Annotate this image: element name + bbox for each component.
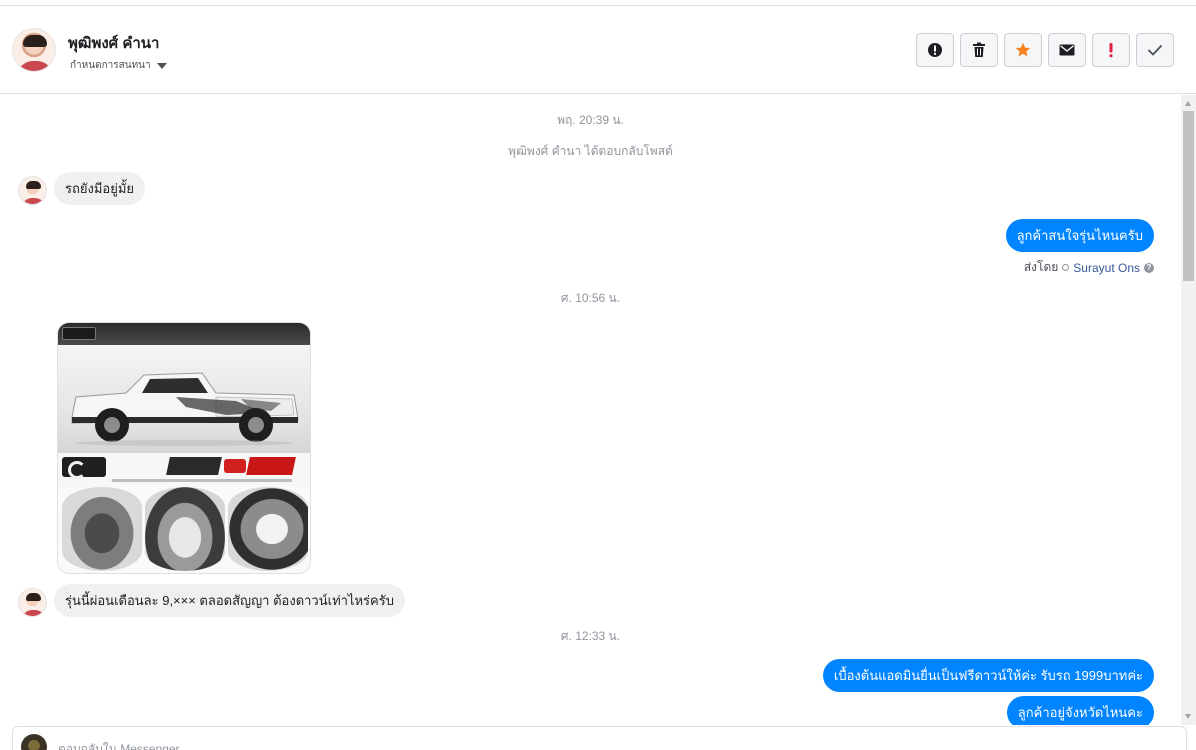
price-tag	[166, 457, 222, 475]
system-note: พุฒิพงศ์ คำนา ได้ตอบกลับโพสต์	[508, 144, 673, 158]
star-icon	[1015, 42, 1031, 57]
incoming-message[interactable]: รถยังมีอยู่มั้ย	[54, 172, 145, 205]
dealer-logo	[62, 327, 96, 340]
avatar-hair	[26, 181, 41, 189]
price-fine-print	[112, 479, 292, 482]
contact-avatar-small[interactable]	[18, 588, 47, 617]
star-button[interactable]	[1004, 33, 1042, 67]
agent-status-icon	[1062, 264, 1070, 271]
scroll-down-arrow-icon[interactable]	[1185, 714, 1191, 719]
conversation-toolbar	[916, 33, 1174, 67]
sent-by-agent[interactable]: Surayut Ons	[1073, 261, 1140, 275]
detail-thumbnail	[228, 487, 308, 571]
outgoing-message[interactable]: เบื้องต้นแอดมินยื่นเป็นฟรีดาวน์ให้ค่ะ รั…	[822, 659, 1154, 692]
avatar-shirt	[22, 198, 45, 204]
detail-thumbnail	[62, 487, 142, 571]
follow-up-button[interactable]	[1092, 33, 1130, 67]
outgoing-message[interactable]: ลูกค้าอยู่จังหวัดไหนคะ	[1006, 696, 1154, 725]
help-icon[interactable]: ?	[1144, 262, 1154, 273]
scroll-up-arrow-icon[interactable]	[1185, 101, 1191, 106]
dealer-badge	[62, 457, 106, 479]
car-photo-attachment[interactable]	[57, 322, 311, 574]
exclamation-icon	[1109, 43, 1113, 58]
discount-amount	[246, 457, 296, 475]
avatar-hair	[23, 35, 47, 47]
reply-input[interactable]: ตอบกลับใน Messenger...	[58, 740, 189, 750]
page-avatar	[21, 734, 47, 750]
incoming-message[interactable]: รุ่นนี้ผ่อนเดือนละ 9,××× ตลอดสัญญา ต้องด…	[54, 584, 405, 617]
envelope-icon	[1059, 44, 1075, 56]
timestamp: ศ. 12:33 น.	[560, 629, 621, 643]
check-icon	[1147, 44, 1163, 56]
discount-badge	[224, 459, 246, 473]
timestamp: ศ. 10:56 น.	[560, 291, 621, 305]
avatar-shirt	[22, 610, 45, 616]
reply-composer[interactable]: ตอบกลับใน Messenger...	[12, 726, 1187, 750]
message-thread[interactable]: พฤ. 20:39 น. พุฒิพงศ์ คำนา ได้ตอบกลับโพส…	[0, 95, 1181, 725]
conversation-header: พุฒิพงศ์ คำนา กำหนดการสนทนา	[0, 6, 1196, 94]
done-button[interactable]	[1136, 33, 1174, 67]
contact-name[interactable]: พุฒิพงศ์ คำนา	[68, 31, 159, 55]
trash-icon	[973, 42, 985, 57]
sent-by-label: ส่งโดย	[1023, 260, 1059, 274]
outgoing-message[interactable]: ลูกค้าสนใจรุ่นไหนครับ	[1005, 219, 1154, 252]
sent-by-info: ส่งโดย Surayut Ons ?	[1024, 258, 1154, 277]
scrollbar-thumb[interactable]	[1183, 111, 1194, 281]
contact-avatar[interactable]	[12, 28, 56, 72]
assign-label: กำหนดการสนทนา	[70, 60, 151, 71]
mark-unread-button[interactable]	[1048, 33, 1086, 67]
assign-conversation-dropdown[interactable]: กำหนดการสนทนา	[70, 58, 167, 73]
pickup-truck-illustration	[71, 372, 299, 446]
detail-thumbnails	[58, 487, 310, 573]
inbox-conversation-panel: พุฒิพงศ์ คำนา กำหนดการสนทนา พฤ. 20:39 น.…	[0, 5, 1196, 750]
avatar-hair	[26, 593, 41, 601]
detail-thumbnail	[145, 487, 225, 571]
delete-button[interactable]	[960, 33, 998, 67]
spam-button[interactable]	[916, 33, 954, 67]
thread-scrollbar[interactable]	[1181, 95, 1196, 725]
avatar-shirt	[17, 61, 53, 71]
alert-circle-icon	[928, 43, 942, 57]
contact-avatar-small[interactable]	[18, 176, 47, 205]
timestamp: พฤ. 20:39 น.	[557, 113, 624, 127]
chevron-down-icon	[156, 62, 167, 69]
